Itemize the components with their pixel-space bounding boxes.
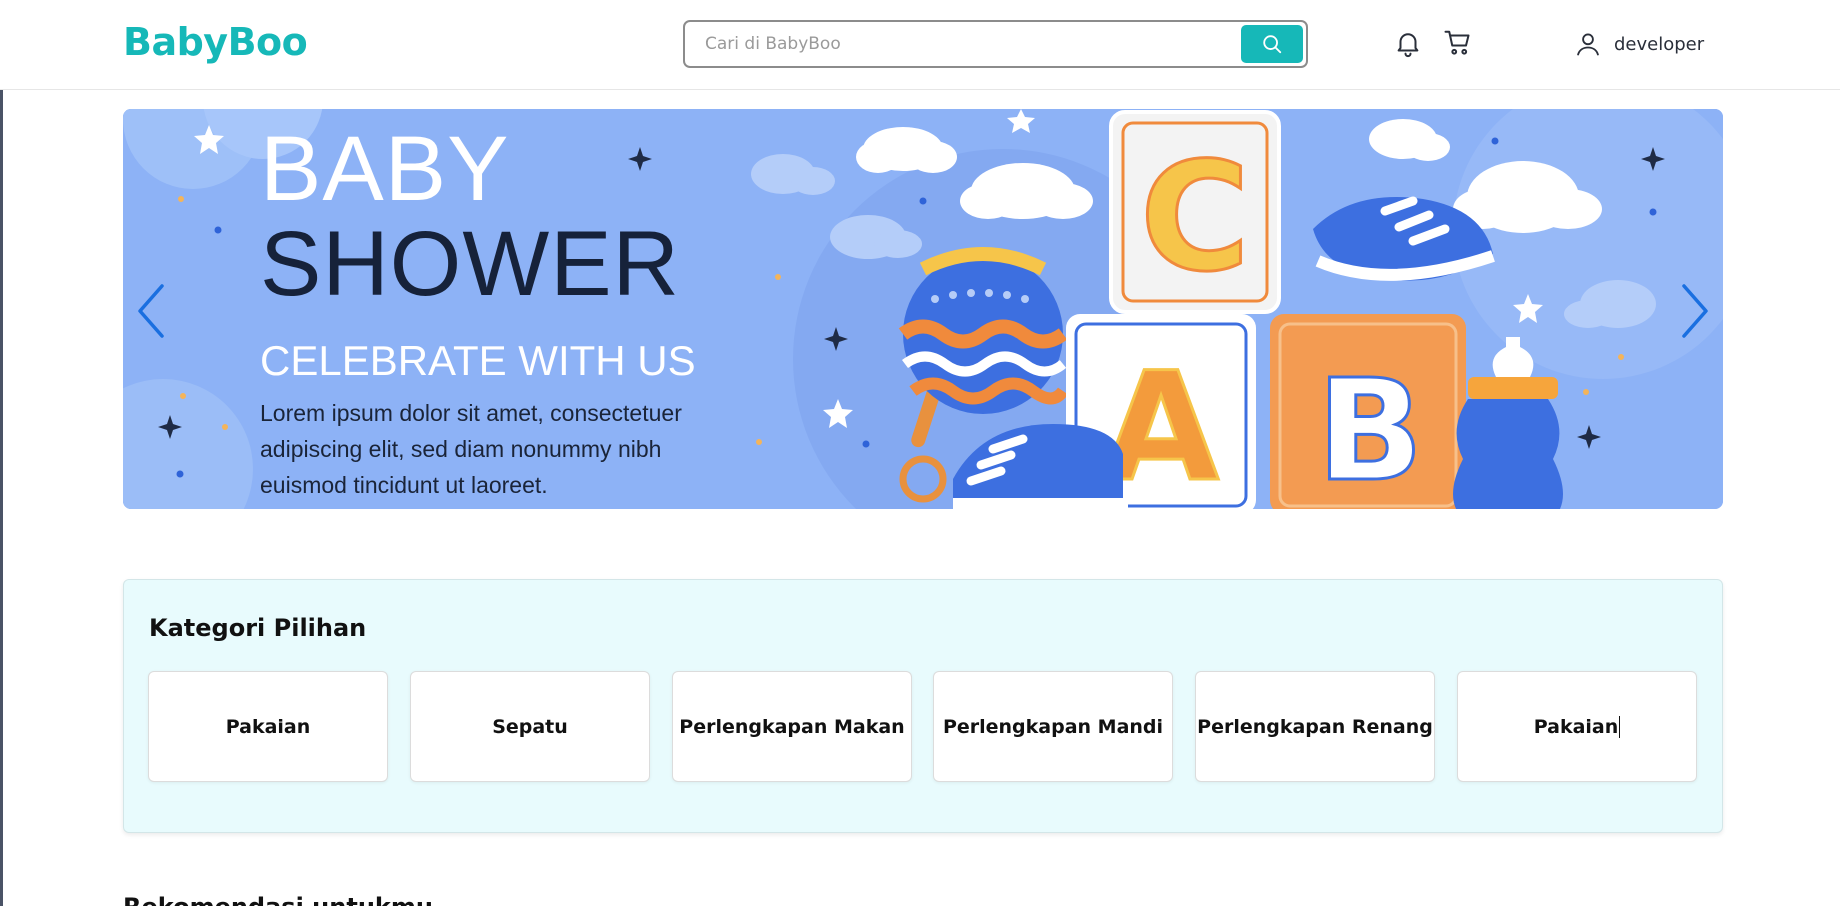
search-input[interactable]	[705, 22, 1225, 66]
category-label: Sepatu	[492, 715, 568, 738]
category-label: Perlengkapan Renang	[1197, 715, 1433, 738]
svg-text:B: B	[1317, 350, 1424, 509]
banner-title-line1: BABY	[260, 118, 510, 220]
promo-banner[interactable]: C A B BABY SHOWER CELEBRATE WITH US Lore…	[123, 109, 1723, 509]
search-bar	[683, 20, 1308, 68]
category-label: Pakaian	[1533, 715, 1621, 738]
top-navbar: BabyBoo developer	[0, 0, 1840, 90]
recommendation-section-title: Rekomendasi untukmu	[123, 893, 433, 906]
category-section: Kategori Pilihan Pakaian Sepatu Perlengk…	[123, 579, 1723, 833]
category-card[interactable]: Perlengkapan Mandi	[933, 671, 1173, 782]
user-icon	[1577, 33, 1599, 56]
search-button[interactable]	[1241, 25, 1303, 63]
bell-icon[interactable]	[1393, 28, 1423, 58]
category-section-title: Kategori Pilihan	[149, 614, 367, 642]
category-card[interactable]: Pakaian	[148, 671, 388, 782]
category-card[interactable]: Pakaian	[1457, 671, 1697, 782]
chevron-left-icon[interactable]	[134, 283, 170, 339]
search-icon	[1263, 35, 1282, 54]
banner-title-line2: SHOWER	[260, 213, 680, 315]
banner-body-text: Lorem ipsum dolor sit amet, consectetuer…	[260, 400, 682, 498]
svg-text:C: C	[1140, 131, 1250, 305]
category-label: Pakaian	[225, 715, 311, 738]
user-menu[interactable]: developer	[1574, 30, 1704, 58]
banner-subtitle: CELEBRATE WITH US	[260, 337, 696, 384]
category-card[interactable]: Sepatu	[410, 671, 650, 782]
brand-logo[interactable]: BabyBoo	[123, 20, 308, 64]
chevron-right-icon[interactable]	[1676, 283, 1712, 339]
username: developer	[1614, 33, 1705, 55]
category-label: Perlengkapan Mandi	[942, 715, 1164, 738]
window-edge	[0, 0, 3, 906]
category-card[interactable]: Perlengkapan Makan	[672, 671, 912, 782]
category-label: Perlengkapan Makan	[679, 715, 905, 738]
cart-icon[interactable]	[1443, 28, 1473, 58]
category-card[interactable]: Perlengkapan Renang	[1195, 671, 1435, 782]
